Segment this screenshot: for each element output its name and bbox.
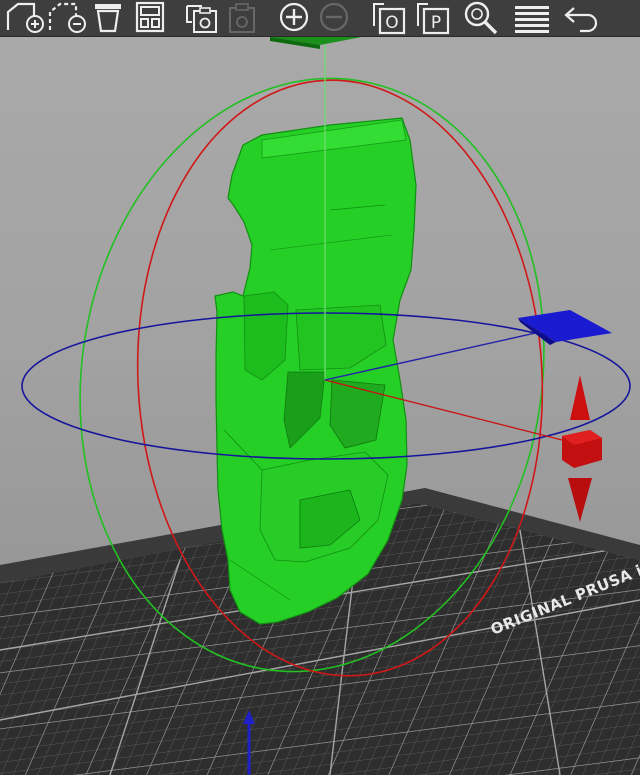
split-parts-button[interactable]: P bbox=[414, 0, 454, 36]
arrange-icon bbox=[135, 1, 165, 33]
layers-editing-icon bbox=[515, 6, 549, 33]
move-y-handle[interactable] bbox=[518, 310, 612, 345]
3d-viewport[interactable]: ORIGINAL PRUSA i3 bbox=[0, 0, 640, 775]
undo-button[interactable] bbox=[562, 0, 604, 36]
add-object-button[interactable] bbox=[4, 0, 46, 36]
paste-button[interactable] bbox=[226, 0, 262, 36]
add-instance-icon bbox=[279, 2, 309, 32]
delete-object-button[interactable] bbox=[46, 0, 88, 36]
delete-object-icon bbox=[48, 2, 86, 33]
undo-icon bbox=[564, 7, 598, 33]
arrange-button[interactable] bbox=[134, 0, 170, 36]
copy-button[interactable] bbox=[184, 0, 220, 36]
delete-all-icon bbox=[95, 4, 121, 33]
split-parts-icon: P bbox=[417, 3, 450, 35]
search-icon bbox=[464, 1, 498, 35]
search-button[interactable] bbox=[462, 0, 500, 36]
top-toolbar: O P bbox=[0, 0, 640, 37]
remove-instance-icon bbox=[319, 2, 349, 32]
add-object-icon bbox=[6, 2, 44, 33]
split-objects-icon: O bbox=[373, 3, 406, 35]
split-objects-button[interactable]: O bbox=[370, 0, 410, 36]
move-x-handle[interactable] bbox=[562, 375, 602, 522]
paste-icon bbox=[229, 3, 255, 33]
delete-all-button[interactable] bbox=[92, 0, 128, 36]
split-objects-letter: O bbox=[385, 13, 398, 33]
remove-instance-button[interactable] bbox=[316, 0, 352, 36]
layers-editing-button[interactable] bbox=[512, 0, 552, 36]
add-instance-button[interactable] bbox=[276, 0, 312, 36]
copy-icon bbox=[186, 5, 217, 33]
split-parts-letter: P bbox=[431, 13, 441, 33]
3d-scene[interactable] bbox=[0, 0, 640, 775]
